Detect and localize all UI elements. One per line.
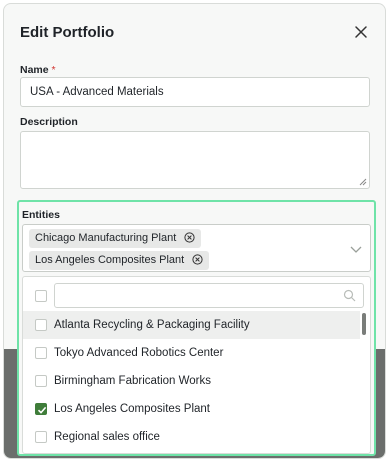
- resize-handle-icon[interactable]: [359, 178, 367, 186]
- option-checkbox[interactable]: [35, 347, 47, 359]
- option-label: Los Angeles Composites Plant: [54, 403, 210, 415]
- remove-chip-icon[interactable]: [184, 232, 195, 243]
- dialog-title: Edit Portfolio: [20, 24, 115, 41]
- select-all-checkbox[interactable]: [35, 290, 47, 302]
- description-textarea[interactable]: [20, 131, 370, 189]
- name-input-value: USA - Advanced Materials: [30, 86, 164, 98]
- option-checkbox[interactable]: [35, 319, 47, 331]
- option-label: Atlanta Recycling & Packaging Facility: [54, 319, 250, 331]
- entities-dropdown: Atlanta Recycling & Packaging Facility T…: [22, 276, 371, 454]
- option-label: Birmingham Fabrication Works: [54, 375, 212, 387]
- entities-multiselect[interactable]: Chicago Manufacturing Plant Los Angeles …: [22, 224, 371, 272]
- checkmark-icon: [37, 406, 47, 414]
- option-checkbox[interactable]: [35, 375, 47, 387]
- list-item[interactable]: Regional sales office: [23, 423, 360, 451]
- name-label: Name *: [20, 64, 56, 76]
- description-label: Description: [20, 116, 78, 128]
- entities-options-list: Atlanta Recycling & Packaging Facility T…: [23, 311, 360, 451]
- chip-chicago-manufacturing-plant: Chicago Manufacturing Plant: [29, 229, 202, 248]
- search-icon: [343, 289, 356, 302]
- remove-chip-icon[interactable]: [192, 254, 203, 265]
- option-label: Regional sales office: [54, 431, 160, 443]
- entities-search-input[interactable]: [54, 283, 364, 308]
- edit-portfolio-dialog: Edit Portfolio Name * USA - Advanced Mat…: [3, 3, 386, 459]
- entities-label: Entities: [22, 209, 60, 221]
- list-item[interactable]: Tokyo Advanced Robotics Center: [23, 339, 360, 367]
- required-mark: *: [51, 64, 56, 76]
- chip-los-angeles-composites-plant: Los Angeles Composites Plant: [29, 251, 210, 270]
- chip-label: Chicago Manufacturing Plant: [35, 232, 177, 244]
- option-label: Tokyo Advanced Robotics Center: [54, 347, 224, 359]
- option-checkbox-checked[interactable]: [35, 403, 47, 415]
- name-input[interactable]: USA - Advanced Materials: [20, 77, 370, 107]
- list-item[interactable]: Los Angeles Composites Plant: [23, 395, 360, 423]
- entities-section: Entities Chicago Manufacturing Plant Los…: [17, 200, 376, 456]
- chevron-down-icon[interactable]: [350, 244, 362, 254]
- list-item[interactable]: Birmingham Fabrication Works: [23, 367, 360, 395]
- scrollbar-thumb[interactable]: [362, 313, 366, 335]
- close-icon[interactable]: [353, 24, 369, 40]
- option-checkbox[interactable]: [35, 431, 47, 443]
- name-label-text: Name: [20, 64, 49, 76]
- list-item[interactable]: Atlanta Recycling & Packaging Facility: [23, 311, 360, 339]
- chip-label: Los Angeles Composites Plant: [35, 254, 185, 266]
